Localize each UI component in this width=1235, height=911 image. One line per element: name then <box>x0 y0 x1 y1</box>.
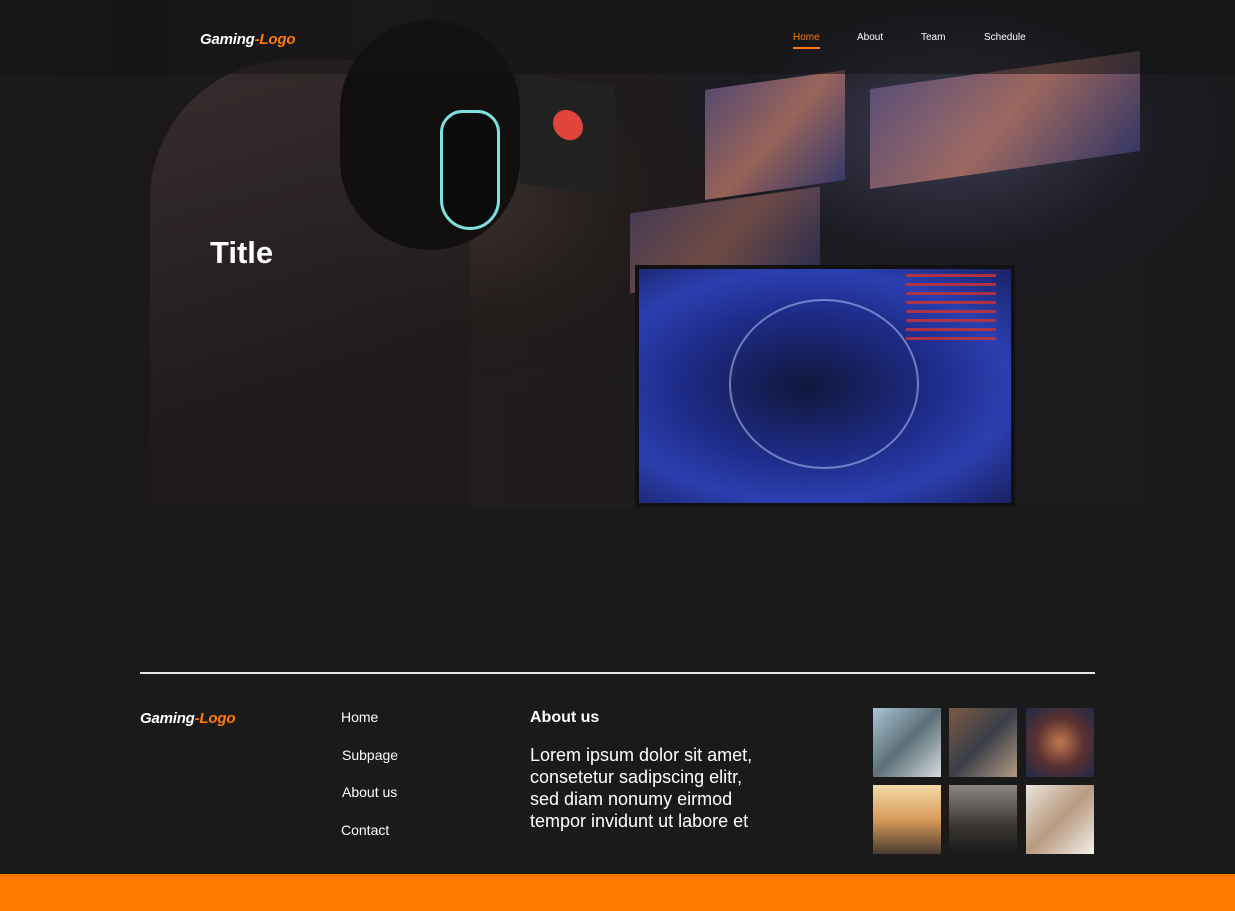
top-nav-bar <box>0 0 1235 74</box>
gallery-thumb[interactable] <box>1026 708 1094 777</box>
logo-text: Gaming <box>140 710 195 727</box>
hero-title: Title <box>210 235 274 270</box>
footer-divider <box>140 672 1095 674</box>
hero-image <box>0 0 1235 507</box>
bottom-accent-bar <box>0 874 1235 911</box>
game-screen <box>635 265 1015 507</box>
gallery-thumb[interactable] <box>949 708 1017 777</box>
logo-text-accent: -Logo <box>194 710 236 727</box>
logo-text: Gaming <box>200 31 255 48</box>
nav-about[interactable]: About <box>857 32 883 43</box>
gallery-thumb[interactable] <box>1026 785 1094 854</box>
about-heading: About us <box>530 709 600 726</box>
gallery-thumb[interactable] <box>949 785 1017 854</box>
about-text: Lorem ipsum dolor sit amet, consetetur s… <box>530 745 753 831</box>
footer-link-home[interactable]: Home <box>341 709 378 725</box>
footer-link-contact[interactable]: Contact <box>341 822 389 838</box>
nav-schedule[interactable]: Schedule <box>984 32 1026 43</box>
nav-home[interactable]: Home <box>793 32 820 49</box>
nav-team[interactable]: Team <box>921 32 945 43</box>
footer-link-about[interactable]: About us <box>342 784 397 800</box>
logo-text-accent: -Logo <box>254 31 296 48</box>
footer-logo[interactable]: Gaming-Logo <box>140 710 235 727</box>
gallery-thumb[interactable] <box>873 708 941 777</box>
header-logo[interactable]: Gaming-Logo <box>200 31 295 48</box>
footer-link-subpage[interactable]: Subpage <box>342 747 398 763</box>
gallery-thumb[interactable] <box>873 785 941 854</box>
